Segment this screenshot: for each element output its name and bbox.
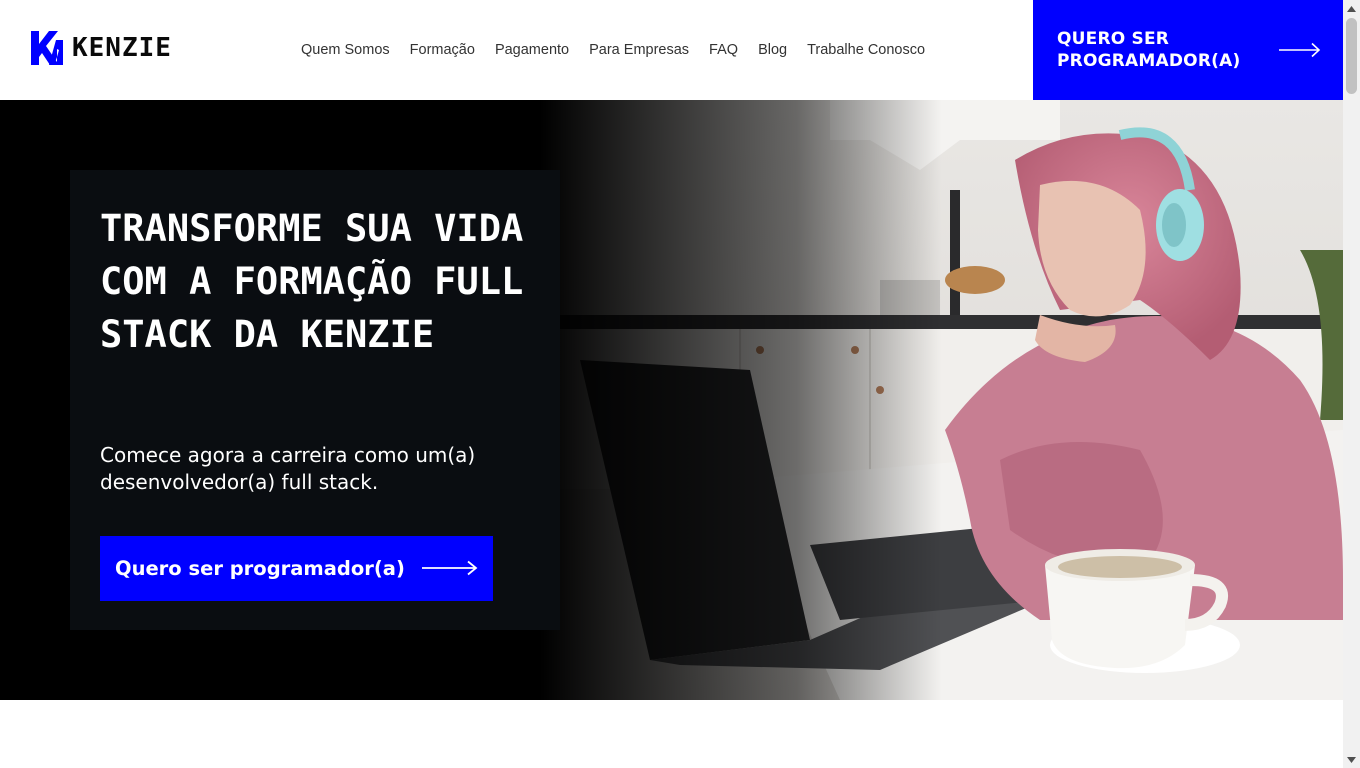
header-cta-button[interactable]: QUERO SER PROGRAMADOR(A) [1033,0,1343,100]
header-cta-label: QUERO SER PROGRAMADOR(A) [1057,29,1241,71]
hero-title: TRANSFORME SUA VIDA COM A FORMAÇÃO FULL … [100,207,524,356]
nav-link-para-empresas[interactable]: Para Empresas [589,40,689,60]
page-scrollbar[interactable] [1343,0,1360,768]
nav-link-faq[interactable]: FAQ [709,40,738,60]
nav-link-quem-somos[interactable]: Quem Somos [301,40,390,60]
main-nav: Quem Somos Formação Pagamento Para Empre… [301,40,925,60]
nav-link-pagamento[interactable]: Pagamento [495,40,569,60]
nav-link-formacao[interactable]: Formação [410,40,475,60]
site-header: KENZIE Quem Somos Formação Pagamento Par… [0,0,1343,100]
scrollbar-thumb[interactable] [1346,18,1357,94]
hero-cta-button[interactable]: Quero ser programador(a) [100,536,493,601]
scroll-down-icon[interactable] [1343,751,1360,768]
kenzie-logo-icon [31,31,63,65]
arrow-right-icon [1279,42,1321,58]
hero-card: TRANSFORME SUA VIDA COM A FORMAÇÃO FULL … [70,170,560,630]
hero-cta-label: Quero ser programador(a) [115,557,405,580]
hero-subtitle: Comece agora a carreira como um(a) desen… [100,443,476,494]
nav-link-trabalhe-conosco[interactable]: Trabalhe Conosco [807,40,925,60]
nav-link-blog[interactable]: Blog [758,40,787,60]
hero-photo [540,100,1343,700]
logo-link[interactable]: KENZIE [30,30,172,66]
scroll-up-icon[interactable] [1343,0,1360,17]
logo-text: KENZIE [72,33,172,63]
hero-section: TRANSFORME SUA VIDA COM A FORMAÇÃO FULL … [0,100,1343,700]
arrow-right-icon [422,560,478,576]
